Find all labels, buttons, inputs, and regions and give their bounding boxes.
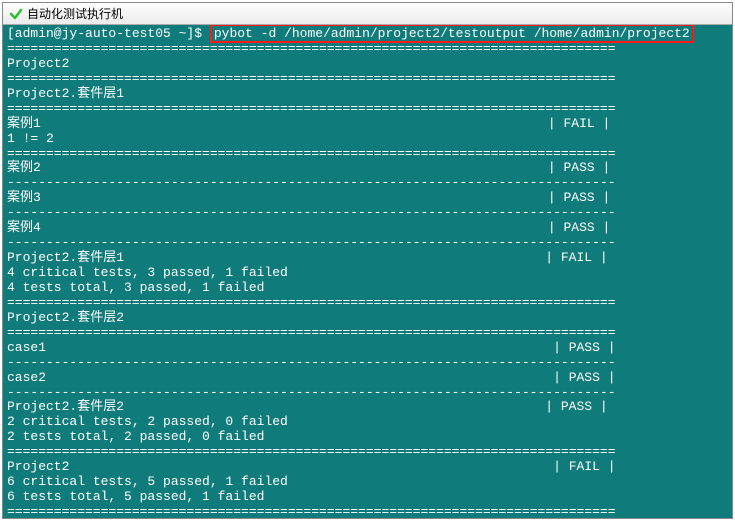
- shell-prompt: [admin@jy-auto-test05 ~]$: [7, 26, 210, 41]
- check-icon: [9, 7, 23, 21]
- titlebar: 自动化测试执行机: [3, 3, 732, 25]
- window-title: 自动化测试执行机: [27, 5, 123, 22]
- terminal-output[interactable]: [admin@jy-auto-test05 ~]$ pybot -d /home…: [3, 25, 732, 518]
- terminal-window: 自动化测试执行机 [admin@jy-auto-test05 ~]$ pybot…: [2, 2, 733, 519]
